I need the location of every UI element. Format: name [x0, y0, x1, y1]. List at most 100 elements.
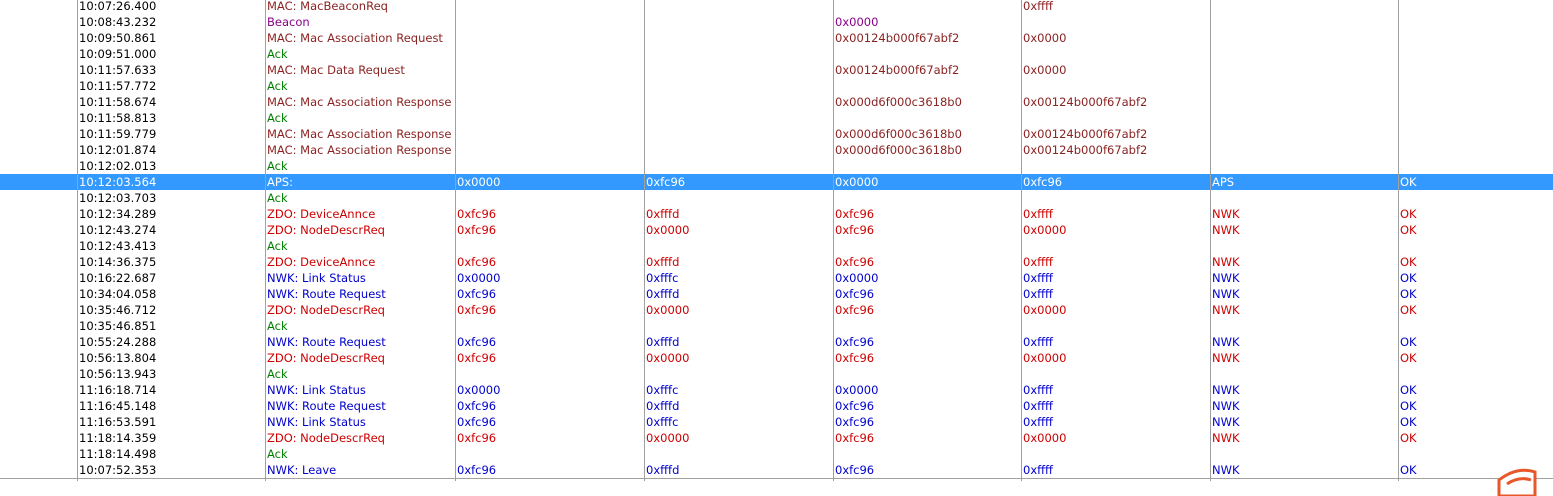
layer-cell: [1211, 158, 1399, 174]
mac-dst-cell: 0x0000: [1023, 63, 1067, 77]
src-address-cell: [456, 0, 644, 14]
table-row[interactable]: 10:35:46.851 Ack: [0, 318, 1553, 334]
table-row[interactable]: 10:12:34.289 ZDO: DeviceAnnce 0xfc96 0xfffd…: [0, 206, 1553, 222]
mac-dst-cell: [1022, 158, 1210, 174]
src-address-cell: 0xfc96: [457, 431, 497, 445]
time-cell: 10:07:52.353: [79, 463, 157, 477]
table-row[interactable]: 10:11:57.633 MAC: Mac Data Request 0x00124…: [0, 62, 1553, 78]
dst-address-cell: 0xfffd: [646, 335, 680, 349]
dst-address-cell: [645, 238, 833, 254]
status-cell: [1399, 446, 1553, 462]
table-row[interactable]: 10:12:03.703 Ack: [0, 190, 1553, 206]
status-cell: [1399, 126, 1553, 142]
app-logo-icon: [1497, 468, 1537, 496]
src-address-cell: [456, 46, 644, 62]
description-cell: Beacon: [267, 15, 310, 29]
src-address-cell: [456, 30, 644, 46]
table-row[interactable]: 10:56:13.804 ZDO: NodeDescrReq 0xfc96 0x000…: [0, 350, 1553, 366]
src-address-cell: [456, 446, 644, 462]
dst-address-cell: 0xfffd: [646, 463, 680, 477]
dst-address-cell: [645, 190, 833, 206]
mac-dst-cell: 0xffff: [1023, 383, 1053, 397]
dst-address-cell: 0xfffd: [646, 399, 680, 413]
table-row[interactable]: 10:12:43.413 Ack: [0, 238, 1553, 254]
dst-address-cell: [645, 0, 833, 14]
layer-cell: [1211, 94, 1399, 110]
time-cell: 10:11:59.779: [79, 127, 157, 141]
layer-cell: NWK: [1212, 335, 1240, 349]
status-cell: [1399, 62, 1553, 78]
time-cell: 10:11:57.772: [79, 79, 157, 93]
table-row[interactable]: 11:18:14.498 Ack: [0, 446, 1553, 462]
time-cell: 10:12:02.013: [79, 159, 157, 173]
mac-src-cell: 0xfc96: [835, 287, 875, 301]
mac-dst-cell: [1022, 446, 1210, 462]
table-row[interactable]: 11:16:53.591 NWK: Link Status 0xfc96 0xfffc…: [0, 414, 1553, 430]
table-row[interactable]: 10:11:59.779 MAC: Mac Association Respons…: [0, 126, 1553, 142]
column-divider: [1021, 0, 1022, 481]
table-row[interactable]: 10:11:57.772 Ack: [0, 78, 1553, 94]
layer-cell: NWK: [1212, 431, 1240, 445]
src-address-cell: [456, 110, 644, 126]
mac-dst-cell: [1022, 190, 1210, 206]
src-address-cell: 0x0000: [457, 383, 501, 397]
table-row[interactable]: 10:14:36.375 ZDO: DeviceAnnce 0xfc96 0xfffd…: [0, 254, 1553, 270]
src-address-cell: 0x0000: [457, 175, 501, 189]
src-address-cell: [456, 158, 644, 174]
time-cell: 10:12:01.874: [79, 143, 157, 157]
dst-address-cell: 0xfffd: [646, 255, 680, 269]
table-row[interactable]: 10:11:58.674 MAC: Mac Association Respons…: [0, 94, 1553, 110]
table-row[interactable]: 10:08:43.232 Beacon 0x0000: [0, 14, 1553, 30]
table-row[interactable]: 10:35:46.712 ZDO: NodeDescrReq 0xfc96 0x000…: [0, 302, 1553, 318]
mac-dst-cell: 0x0000: [1023, 431, 1067, 445]
status-cell: OK: [1400, 223, 1417, 237]
layer-cell: NWK: [1212, 303, 1240, 317]
table-row[interactable]: 10:12:02.013 Ack: [0, 158, 1553, 174]
mac-src-cell: [834, 446, 1022, 462]
src-address-cell: [456, 318, 644, 334]
mac-src-cell: [834, 318, 1022, 334]
layer-cell: [1211, 126, 1399, 142]
dst-address-cell: [645, 126, 833, 142]
status-cell: [1399, 366, 1553, 382]
status-cell: [1399, 142, 1553, 158]
status-cell: OK: [1400, 271, 1417, 285]
table-row[interactable]: 10:55:24.288 NWK: Route Request 0xfc96 0xff…: [0, 334, 1553, 350]
description-cell: Ack: [267, 191, 288, 205]
table-row-selected[interactable]: 10:12:03.564 APS: 0x0000 0xfc96 0x0000 0xfc96…: [0, 174, 1553, 190]
mac-dst-cell: 0xffff: [1023, 287, 1053, 301]
src-address-cell: 0xfc96: [457, 463, 497, 477]
status-cell: [1399, 110, 1553, 126]
src-address-cell: [456, 78, 644, 94]
time-cell: 10:35:46.712: [79, 303, 157, 317]
mac-dst-cell: 0xffff: [1023, 271, 1053, 285]
table-row[interactable]: 10:12:01.874 MAC: Mac Association Respons…: [0, 142, 1553, 158]
table-row[interactable]: 10:09:51.000 Ack: [0, 46, 1553, 62]
table-row[interactable]: 10:07:26.400 MAC: MacBeaconReq 0xffff: [0, 0, 1553, 14]
table-row[interactable]: 10:12:43.274 ZDO: NodeDescrReq 0xfc96 0x000…: [0, 222, 1553, 238]
table-row[interactable]: 10:11:58.813 Ack: [0, 110, 1553, 126]
layer-cell: APS: [1212, 175, 1235, 189]
column-divider: [1398, 0, 1399, 481]
time-cell: 10:09:50.861: [79, 31, 157, 45]
time-cell: 10:11:58.674: [79, 95, 157, 109]
mac-src-cell: 0x0000: [835, 175, 879, 189]
table-row[interactable]: 10:09:50.861 MAC: Mac Association Request…: [0, 30, 1553, 46]
description-cell: APS:: [267, 175, 293, 189]
table-row[interactable]: 11:16:18.714 NWK: Link Status 0x0000 0xfffc…: [0, 382, 1553, 398]
dst-address-cell: [645, 14, 833, 30]
src-address-cell: [456, 14, 644, 30]
table-row[interactable]: 10:34:04.058 NWK: Route Request 0xfc96 0xff…: [0, 286, 1553, 302]
column-divider: [455, 0, 456, 481]
column-divider: [644, 0, 645, 481]
table-row[interactable]: 10:07:52.353 NWK: Leave 0xfc96 0xfffd 0xfc96…: [0, 462, 1553, 478]
table-row[interactable]: 11:16:45.148 NWK: Route Request 0xfc96 0xff…: [0, 398, 1553, 414]
mac-dst-cell: [1022, 14, 1210, 30]
status-cell: OK: [1400, 415, 1417, 429]
src-address-cell: 0xfc96: [457, 335, 497, 349]
src-address-cell: [456, 62, 644, 78]
table-row[interactable]: 10:56:13.943 Ack: [0, 366, 1553, 382]
status-cell: [1399, 0, 1553, 14]
table-row[interactable]: 11:18:14.359 ZDO: NodeDescrReq 0xfc96 0x000…: [0, 430, 1553, 446]
table-row[interactable]: 10:16:22.687 NWK: Link Status 0x0000 0xfffc…: [0, 270, 1553, 286]
